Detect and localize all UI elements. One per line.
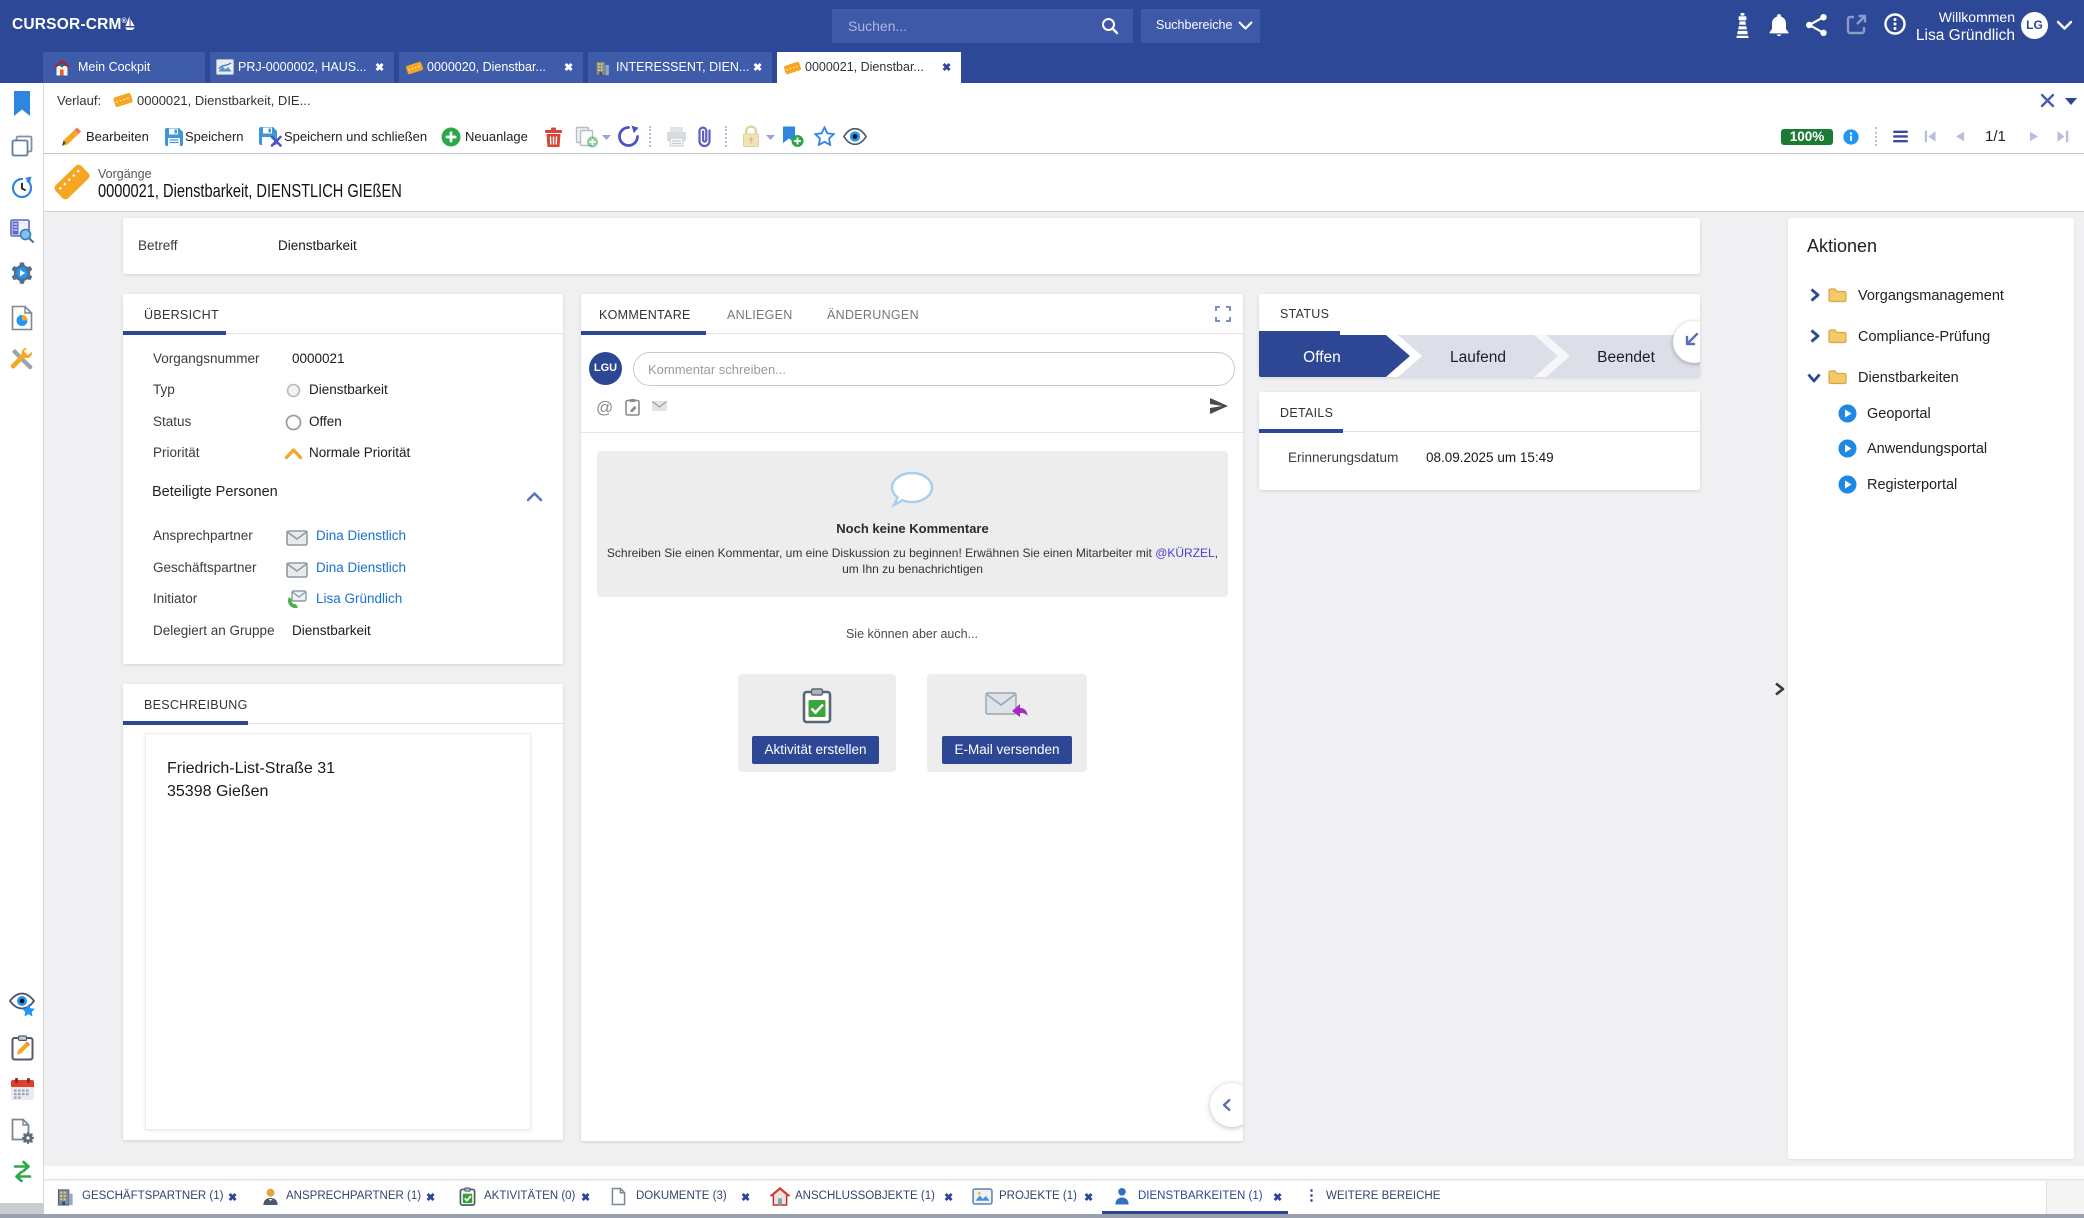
svg-text:Beendet: Beendet — [1597, 349, 1655, 366]
svg-text:Offen: Offen — [1303, 349, 1341, 366]
svg-text:Laufend: Laufend — [1450, 349, 1506, 366]
